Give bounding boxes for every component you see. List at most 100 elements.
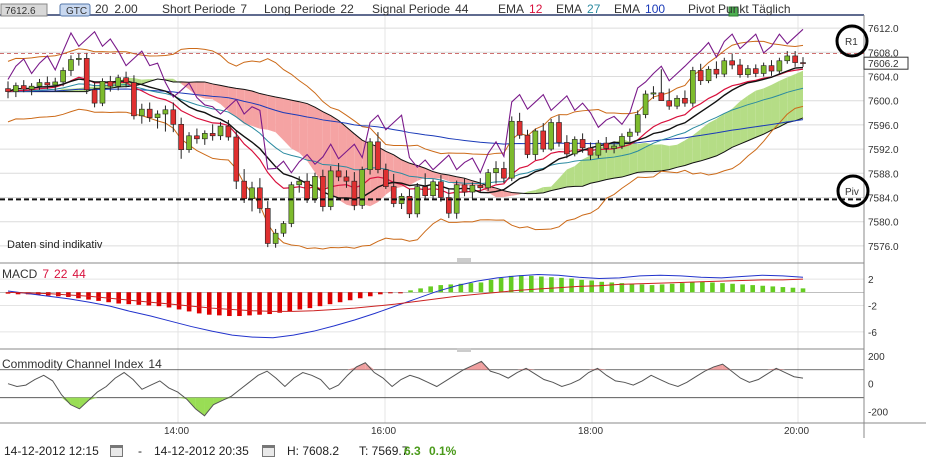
macd-bar	[196, 292, 202, 314]
candle-body	[225, 125, 232, 138]
candle-body	[367, 141, 373, 170]
macd-bar	[599, 281, 605, 293]
price-tick-label: 7604.0	[868, 73, 899, 84]
macd-bar	[357, 292, 363, 299]
candle-body	[91, 89, 98, 104]
candle-body	[123, 77, 129, 83]
macd-bar	[398, 292, 403, 294]
price-tick-label: 7600.0	[868, 97, 899, 108]
price-tick-label: 7580.0	[868, 218, 899, 229]
cloud-segment	[661, 144, 670, 171]
candle-body	[288, 184, 295, 224]
macd-bar	[659, 284, 665, 293]
macd-bar	[478, 282, 484, 293]
cloud-segment	[653, 144, 662, 172]
candle-body	[422, 186, 428, 196]
candle-body	[76, 58, 82, 60]
cci-tick-label: -200	[868, 408, 888, 419]
cloud-segment	[787, 74, 796, 123]
macd-bar	[277, 292, 283, 313]
price-tick-label: 7592.0	[868, 145, 899, 156]
to-calendar-icon[interactable]	[262, 445, 275, 457]
candle-body	[154, 113, 161, 118]
candle-body	[784, 55, 791, 62]
candle-body	[564, 142, 570, 155]
ema12-label: EMA 12	[498, 2, 543, 16]
candle-body	[343, 176, 350, 182]
candle-body	[312, 176, 318, 200]
range-separator: -	[138, 444, 142, 458]
cloud-segment	[299, 101, 308, 161]
candle-body	[5, 88, 11, 92]
macd-bar	[539, 276, 544, 293]
macd-bar	[378, 292, 383, 295]
candle-body	[493, 168, 499, 173]
candle-body	[131, 82, 137, 117]
signal-period-label: Signal Periode 44	[372, 2, 469, 16]
cloud-segment	[645, 142, 654, 172]
candle-body	[508, 120, 515, 179]
candle-body	[650, 92, 657, 95]
candle-body	[461, 184, 468, 193]
cloud-segment	[716, 113, 725, 156]
candle-body	[792, 55, 798, 63]
candle-body	[697, 70, 704, 82]
candle-body	[438, 181, 444, 198]
candle-body	[682, 97, 688, 104]
time-tick-label: 20:00	[784, 426, 809, 437]
macd-bar	[186, 292, 192, 312]
candle-body	[579, 139, 586, 149]
candle-body	[36, 82, 43, 87]
macd-bar	[569, 278, 574, 293]
cloud-segment	[566, 166, 575, 187]
candle-body	[627, 131, 633, 137]
macd-bar	[367, 292, 373, 297]
macd-bar	[106, 292, 111, 303]
candle-body	[556, 122, 562, 143]
cloud-segment	[283, 98, 292, 149]
cloud-segment	[259, 93, 268, 130]
low-value: T: 7569.7	[359, 444, 409, 458]
cloud-segment	[708, 119, 717, 159]
candle-body	[257, 187, 263, 209]
candle-body	[375, 141, 381, 170]
candle-body	[296, 180, 303, 186]
macd-bar	[609, 282, 615, 293]
macd-bar	[690, 282, 695, 293]
candle-body	[611, 145, 617, 149]
macd-bar	[498, 277, 504, 293]
macd-bar	[297, 292, 303, 310]
cci-tick-label: 0	[868, 380, 874, 391]
macd-tick-label: -2	[868, 302, 877, 313]
macd-tick-label: 2	[868, 275, 874, 286]
time-tick-label: 18:00	[578, 426, 603, 437]
ema100-label: EMA 100	[614, 2, 665, 16]
candle-body	[548, 122, 554, 150]
candle-body	[20, 85, 27, 90]
candle-body	[713, 68, 720, 75]
cloud-segment	[204, 81, 213, 100]
cloud-segment	[267, 95, 276, 133]
macd-bar	[428, 286, 433, 293]
cci-title: Commodity Channel Index 14	[2, 357, 162, 371]
candle-body	[28, 85, 35, 90]
change-value: 6.3	[404, 444, 421, 458]
macd-title: MACD 7 22 44	[2, 267, 86, 281]
macd-bar	[629, 283, 635, 293]
price-tick-label: 7612.0	[868, 24, 899, 35]
from-calendar-icon[interactable]	[110, 445, 123, 457]
candle-body	[800, 62, 806, 64]
candle-body	[745, 68, 751, 75]
status-bar: 14-12-2012 12:15 - 14-12-2012 20:35 H: 7…	[0, 438, 926, 462]
candle-body	[752, 68, 759, 74]
range-to: 14-12-2012 20:35	[154, 444, 249, 458]
candle-body	[666, 100, 672, 107]
macd-bar	[327, 292, 333, 305]
time-tick-label: 16:00	[371, 426, 396, 437]
pivot-label: Pivot Punkt Täglich	[688, 2, 791, 16]
candle-body	[52, 81, 59, 86]
cloud-segment	[669, 144, 678, 170]
macd-bar	[790, 287, 796, 293]
macd-bar	[679, 283, 685, 293]
macd-bar	[206, 292, 212, 315]
